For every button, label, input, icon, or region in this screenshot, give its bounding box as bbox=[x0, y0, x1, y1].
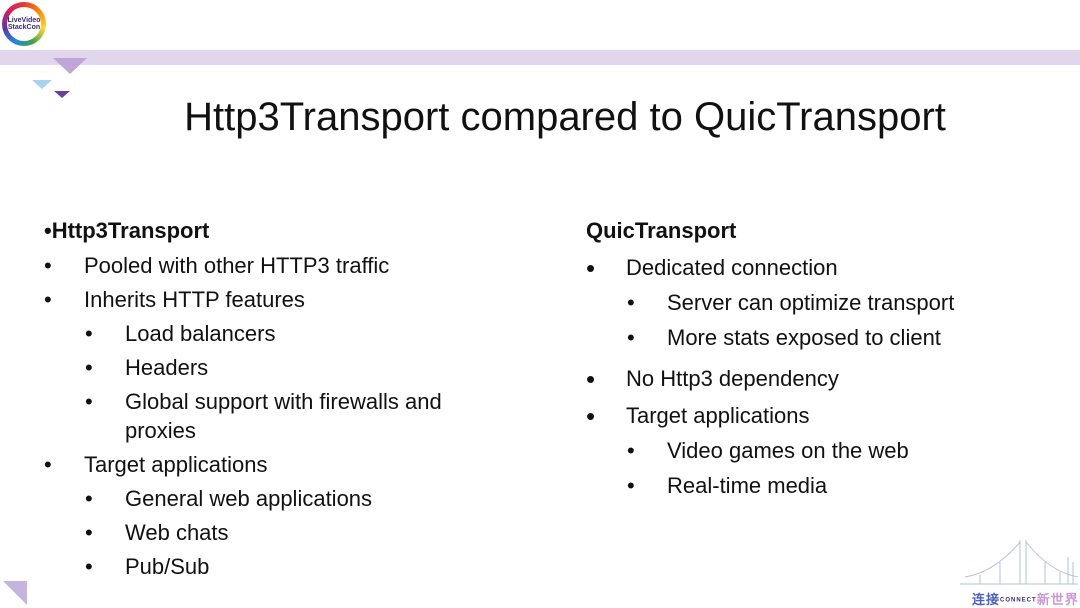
bullet-text: No Http3 dependency bbox=[626, 366, 839, 391]
logo-text-line2: StackCon bbox=[7, 24, 41, 31]
livevideostackcon-logo: LiveVideo StackCon bbox=[2, 2, 46, 46]
bullet-icon: • bbox=[85, 520, 93, 545]
bullet-item: • Inherits HTTP features bbox=[44, 285, 464, 314]
sub-bullet-item: • Load balancers bbox=[44, 319, 464, 348]
column-heading: •Http3Transport bbox=[44, 216, 464, 246]
bullet-text: Headers bbox=[125, 355, 209, 380]
bullet-item: • No Http3 dependency bbox=[586, 364, 1046, 394]
bullet-text: Dedicated connection bbox=[626, 255, 838, 280]
sub-bullet-item: • General web applications bbox=[44, 484, 464, 513]
bullet-icon: • bbox=[44, 253, 52, 278]
bullet-item: • Pooled with other HTTP3 traffic bbox=[44, 251, 464, 280]
heading-text: Http3Transport bbox=[51, 218, 210, 243]
bullet-text: Pub/Sub bbox=[125, 554, 210, 579]
sub-bullet-item: • More stats exposed to client bbox=[586, 323, 1046, 353]
bullet-icon: • bbox=[586, 253, 596, 283]
sub-bullet-item: • Real-time media bbox=[586, 471, 1046, 501]
http3transport-column: •Http3Transport • Pooled with other HTTP3… bbox=[44, 216, 464, 581]
bullet-icon: • bbox=[85, 321, 93, 346]
corner-triangle-icon bbox=[3, 581, 27, 605]
bullet-item: • Dedicated connection bbox=[586, 253, 1046, 283]
bullet-item: • Target applications bbox=[586, 401, 1046, 431]
bullet-list: • Pooled with other HTTP3 traffic • Inherit… bbox=[44, 251, 464, 581]
bullet-icon: • bbox=[44, 452, 52, 477]
quictransport-column: QuicTransport • Dedicated connection • Serv… bbox=[586, 216, 1046, 501]
sub-bullet-item: • Global support with firewalls and proxi… bbox=[44, 387, 464, 445]
bullet-icon: • bbox=[627, 473, 635, 498]
logo-text-cn2: 新世界 bbox=[1036, 592, 1079, 607]
logo-text-cn1: 连接 bbox=[972, 592, 1001, 607]
bullet-text: Target applications bbox=[84, 452, 268, 477]
sub-bullet-item: • Web chats bbox=[44, 518, 464, 547]
logo-text-line1: LiveVideo bbox=[7, 17, 41, 24]
slide-title: Http3Transport compared to QuicTransport bbox=[184, 95, 946, 139]
bullet-icon: • bbox=[85, 355, 93, 380]
sub-bullet-item: • Pub/Sub bbox=[44, 552, 464, 581]
bullet-text: Pooled with other HTTP3 traffic bbox=[84, 253, 390, 278]
logo-text-en: CONNECT bbox=[1000, 597, 1037, 604]
heading-bullet: • bbox=[44, 218, 52, 243]
bullet-text: Video games on the web bbox=[667, 438, 909, 463]
sub-bullet-item: • Headers bbox=[44, 353, 464, 382]
bullet-icon: • bbox=[85, 554, 93, 579]
sub-bullet-item: • Video games on the web bbox=[586, 436, 1046, 466]
bullet-item: • Target applications bbox=[44, 450, 464, 479]
header-band bbox=[0, 50, 1080, 65]
column-heading: QuicTransport bbox=[586, 218, 737, 243]
bullet-icon: • bbox=[627, 290, 635, 315]
bullet-icon: • bbox=[586, 401, 596, 431]
bullet-icon: • bbox=[44, 287, 52, 312]
bullet-icon: • bbox=[627, 438, 635, 463]
bullet-list: • Dedicated connection • Server can optimiz… bbox=[586, 253, 1046, 501]
bullet-text: Inherits HTTP features bbox=[84, 287, 305, 312]
decorative-triangle-icon bbox=[32, 80, 52, 89]
bullet-icon: • bbox=[85, 389, 93, 414]
bullet-text: Real-time media bbox=[667, 473, 828, 498]
bullet-icon: • bbox=[586, 364, 596, 394]
bullet-text: Web chats bbox=[125, 520, 229, 545]
connect-new-world-logo: 连接CONNECT新世界 bbox=[972, 589, 1079, 608]
bullet-text: Load balancers bbox=[125, 321, 276, 346]
bullet-text: Global support with firewalls and proxie… bbox=[125, 389, 442, 443]
sub-bullet-item: • Server can optimize transport bbox=[586, 288, 1046, 318]
decorative-triangle-icon bbox=[53, 58, 87, 74]
bullet-icon: • bbox=[85, 486, 93, 511]
bullet-icon: • bbox=[627, 325, 635, 350]
bullet-text: More stats exposed to client bbox=[667, 325, 941, 350]
bullet-text: Server can optimize transport bbox=[667, 290, 955, 315]
bullet-text: General web applications bbox=[125, 486, 373, 511]
bullet-text: Target applications bbox=[626, 403, 810, 428]
